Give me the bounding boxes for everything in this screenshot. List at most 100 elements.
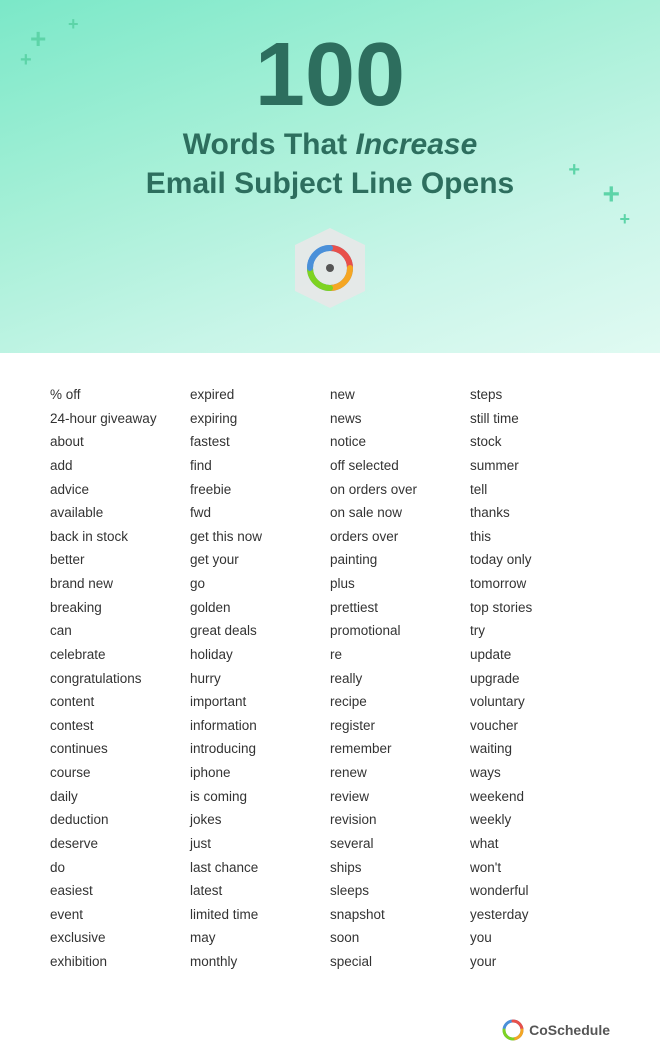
- list-item: jokes: [190, 808, 330, 832]
- list-item: today only: [470, 548, 610, 572]
- word-column-3: newnewsnoticeoff selectedon orders overo…: [330, 383, 470, 974]
- list-item: what: [470, 832, 610, 856]
- list-item: notice: [330, 430, 470, 454]
- list-item: ways: [470, 761, 610, 785]
- list-item: last chance: [190, 856, 330, 880]
- brand-name: CoSchedule: [529, 1022, 610, 1038]
- list-item: revision: [330, 808, 470, 832]
- list-item: continues: [50, 737, 190, 761]
- list-item: congratulations: [50, 667, 190, 691]
- logo-container: [40, 223, 620, 313]
- list-item: deserve: [50, 832, 190, 856]
- list-item: off selected: [330, 454, 470, 478]
- list-item: just: [190, 832, 330, 856]
- word-column-2: expiredexpiringfastestfindfreebiefwdget …: [190, 383, 330, 974]
- list-item: your: [470, 950, 610, 974]
- list-item: promotional: [330, 619, 470, 643]
- list-item: top stories: [470, 596, 610, 620]
- list-item: content: [50, 690, 190, 714]
- list-item: steps: [470, 383, 610, 407]
- list-item: weekend: [470, 785, 610, 809]
- plus-icon: +: [20, 50, 32, 70]
- word-column-1: % off24-hour giveawayaboutaddadviceavail…: [50, 383, 190, 974]
- list-item: add: [50, 454, 190, 478]
- list-item: plus: [330, 572, 470, 596]
- list-item: renew: [330, 761, 470, 785]
- list-item: still time: [470, 407, 610, 431]
- list-item: remember: [330, 737, 470, 761]
- list-item: hurry: [190, 667, 330, 691]
- list-item: 24-hour giveaway: [50, 407, 190, 431]
- list-item: expired: [190, 383, 330, 407]
- list-item: important: [190, 690, 330, 714]
- list-item: wonderful: [470, 879, 610, 903]
- list-item: can: [50, 619, 190, 643]
- list-item: ships: [330, 856, 470, 880]
- list-item: prettiest: [330, 596, 470, 620]
- list-item: review: [330, 785, 470, 809]
- list-item: recipe: [330, 690, 470, 714]
- list-item: voucher: [470, 714, 610, 738]
- list-item: soon: [330, 926, 470, 950]
- list-item: voluntary: [470, 690, 610, 714]
- list-item: find: [190, 454, 330, 478]
- list-item: may: [190, 926, 330, 950]
- list-item: contest: [50, 714, 190, 738]
- list-item: on orders over: [330, 478, 470, 502]
- subtitle-line1: Words That Increase: [40, 125, 620, 164]
- list-item: this: [470, 525, 610, 549]
- list-item: tomorrow: [470, 572, 610, 596]
- list-item: daily: [50, 785, 190, 809]
- coschedule-icon: [502, 1019, 524, 1041]
- footer: CoSchedule: [0, 1004, 660, 1061]
- list-item: great deals: [190, 619, 330, 643]
- plus-icon: +: [619, 210, 630, 228]
- list-item: painting: [330, 548, 470, 572]
- list-item: about: [50, 430, 190, 454]
- list-item: you: [470, 926, 610, 950]
- header: + + + + + + 100 Words That Increase Emai…: [0, 0, 660, 353]
- list-item: fwd: [190, 501, 330, 525]
- list-item: special: [330, 950, 470, 974]
- list-item: breaking: [50, 596, 190, 620]
- list-item: get your: [190, 548, 330, 572]
- list-item: register: [330, 714, 470, 738]
- list-item: advice: [50, 478, 190, 502]
- list-item: do: [50, 856, 190, 880]
- list-item: get this now: [190, 525, 330, 549]
- content-section: % off24-hour giveawayaboutaddadviceavail…: [0, 353, 660, 1004]
- list-item: back in stock: [50, 525, 190, 549]
- list-item: tell: [470, 478, 610, 502]
- list-item: course: [50, 761, 190, 785]
- list-item: % off: [50, 383, 190, 407]
- list-item: weekly: [470, 808, 610, 832]
- list-item: snapshot: [330, 903, 470, 927]
- list-item: several: [330, 832, 470, 856]
- list-item: holiday: [190, 643, 330, 667]
- list-item: upgrade: [470, 667, 610, 691]
- list-item: exclusive: [50, 926, 190, 950]
- list-item: iphone: [190, 761, 330, 785]
- list-item: new: [330, 383, 470, 407]
- list-item: available: [50, 501, 190, 525]
- list-item: news: [330, 407, 470, 431]
- list-item: is coming: [190, 785, 330, 809]
- list-item: easiest: [50, 879, 190, 903]
- list-item: event: [50, 903, 190, 927]
- list-item: go: [190, 572, 330, 596]
- list-item: on sale now: [330, 501, 470, 525]
- list-item: deduction: [50, 808, 190, 832]
- subtitle-line2: Email Subject Line Opens: [40, 164, 620, 203]
- list-item: information: [190, 714, 330, 738]
- list-item: monthly: [190, 950, 330, 974]
- list-item: yesterday: [470, 903, 610, 927]
- list-item: brand new: [50, 572, 190, 596]
- list-item: waiting: [470, 737, 610, 761]
- list-item: try: [470, 619, 610, 643]
- list-item: orders over: [330, 525, 470, 549]
- list-item: stock: [470, 430, 610, 454]
- words-grid: % off24-hour giveawayaboutaddadviceavail…: [50, 383, 610, 974]
- list-item: introducing: [190, 737, 330, 761]
- list-item: summer: [470, 454, 610, 478]
- headline-number: 100: [40, 30, 620, 120]
